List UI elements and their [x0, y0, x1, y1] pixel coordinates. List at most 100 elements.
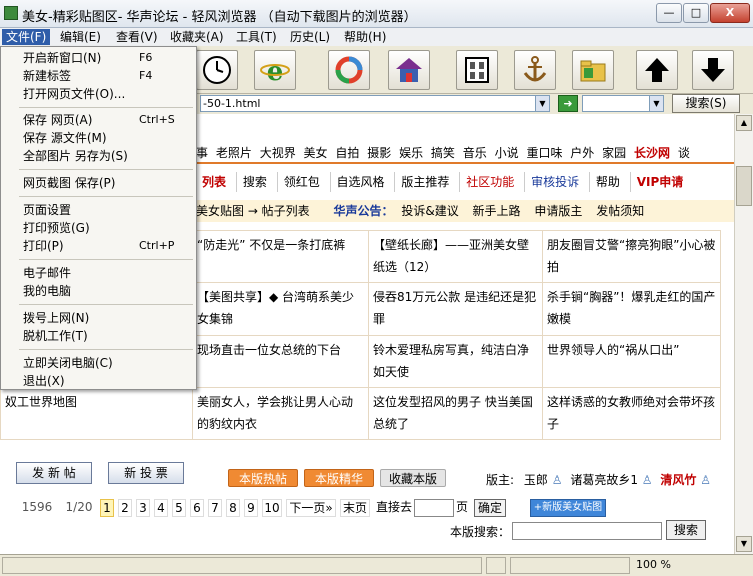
page-link[interactable]: 9	[244, 499, 258, 517]
menu-item-screenshot[interactable]: 网页截图 保存(P)	[1, 174, 196, 192]
notice-link[interactable]: 申请版主	[534, 204, 582, 218]
page-link-current[interactable]: 1	[100, 499, 114, 517]
site-nav-item[interactable]: 重口味	[526, 144, 562, 161]
post-cell[interactable]: “防走光” 不仅是一条打底裤	[192, 229, 369, 284]
menu-item-new-window[interactable]: 开启新窗口(N) F6	[1, 49, 196, 67]
toolbar-clock-button[interactable]	[196, 50, 238, 90]
site-nav-item[interactable]: 长沙网	[634, 144, 670, 161]
menu-item-save-source[interactable]: 保存 源文件(M)	[1, 129, 196, 147]
toolbar-gallery-button[interactable]	[456, 50, 498, 90]
search-engine-dropdown-icon[interactable]: ▼	[649, 96, 663, 111]
hot-posts-button[interactable]: 本版热帖	[228, 469, 298, 487]
post-cell[interactable]: 侵吞81万元公款 是违纪还是犯罪	[368, 282, 543, 336]
site-nav-item[interactable]: 事	[196, 144, 208, 161]
site-nav-item[interactable]: 摄影	[367, 144, 391, 161]
new-vote-button[interactable]: 新 投 票	[108, 462, 184, 484]
scroll-up-icon[interactable]: ▲	[736, 115, 752, 131]
search-engine-select[interactable]: ▼	[582, 95, 664, 112]
next-page-link[interactable]: 下一页»	[286, 499, 336, 517]
page-link[interactable]: 10	[262, 499, 282, 517]
menu-item-open-file[interactable]: 打开网页文件(O)...	[1, 85, 196, 103]
toolbar-up-button[interactable]	[636, 50, 678, 90]
site-nav-item[interactable]: 搞笑	[431, 144, 455, 161]
post-cell[interactable]: 现场直击一位女总统的下台	[192, 334, 369, 388]
site-nav-item[interactable]: 大视界	[260, 144, 296, 161]
search-button[interactable]: 搜索(S)	[672, 94, 740, 113]
site-nav-item[interactable]: 谈	[678, 144, 690, 161]
minimize-button[interactable]: —	[656, 3, 682, 23]
menu-tools[interactable]: 工具(T)	[232, 29, 281, 45]
subnav-features[interactable]: 社区功能	[459, 172, 520, 192]
menu-item-shutdown[interactable]: 立即关闭电脑(C)	[1, 354, 196, 372]
menu-item-print[interactable]: 打印(P) Ctrl+P	[1, 237, 196, 255]
scroll-down-icon[interactable]: ▼	[736, 536, 752, 552]
menu-view[interactable]: 查看(V)	[112, 29, 162, 45]
page-link[interactable]: 6	[190, 499, 204, 517]
zoom-level[interactable]: 100 %	[636, 558, 671, 571]
favorite-forum-button[interactable]: 收藏本版	[380, 469, 446, 487]
subnav-redpacket[interactable]: 领红包	[276, 172, 326, 192]
site-nav-item[interactable]: 音乐	[463, 144, 487, 161]
forum-search-button[interactable]: 搜索	[666, 520, 706, 540]
toolbar-anchor-button[interactable]	[514, 50, 556, 90]
last-page-link[interactable]: 末页	[340, 499, 370, 517]
subnav-recommend[interactable]: 版主推荐	[394, 172, 455, 192]
post-cell[interactable]: 奴工世界地图	[0, 386, 193, 441]
best-posts-button[interactable]: 本版精华	[304, 469, 374, 487]
menu-edit[interactable]: 编辑(E)	[56, 29, 105, 45]
vertical-scrollbar[interactable]: ▲ ▼	[734, 114, 753, 554]
page-link[interactable]: 4	[154, 499, 168, 517]
subnav-complaint[interactable]: 审核投诉	[524, 172, 585, 192]
toolbar-down-button[interactable]	[692, 50, 734, 90]
toolbar-refresh-button[interactable]	[328, 50, 370, 90]
post-cell[interactable]: 【壁纸长廊】——亚洲美女壁纸选（12）	[368, 229, 543, 284]
address-dropdown-icon[interactable]: ▼	[535, 96, 549, 111]
site-nav-item[interactable]: 老照片	[216, 144, 252, 161]
post-cell[interactable]: 这样诱惑的女教师绝对会带坏孩子	[542, 386, 721, 441]
page-link[interactable]: 3	[136, 499, 150, 517]
address-input[interactable]: -50-1.html ▼	[200, 95, 550, 112]
close-button[interactable]: X	[710, 3, 750, 23]
menu-item-save-images[interactable]: 全部图片 另存为(S)	[1, 147, 196, 165]
toolbar-folder-button[interactable]	[572, 50, 614, 90]
post-cell[interactable]: 世界领导人的“祸从口出”	[542, 334, 721, 388]
menu-item-save-page[interactable]: 保存 网页(A) Ctrl+S	[1, 111, 196, 129]
maximize-button[interactable]: □	[683, 3, 709, 23]
site-nav-item[interactable]: 娱乐	[399, 144, 423, 161]
post-cell[interactable]: 美丽女人，学会挑让男人心动的豹纹内衣	[192, 386, 369, 441]
notice-link[interactable]: 发帖须知	[596, 204, 644, 218]
site-nav-item[interactable]: 美女	[304, 144, 328, 161]
menu-item-print-preview[interactable]: 打印预览(G)	[1, 219, 196, 237]
subnav-list[interactable]: 列表	[196, 172, 232, 192]
breadcrumb-path[interactable]: 美女贴图 → 帖子列表	[196, 204, 310, 218]
subnav-vip[interactable]: VIP申请	[629, 172, 690, 192]
notice-link[interactable]: 新手上路	[473, 204, 521, 218]
page-link[interactable]: 8	[226, 499, 240, 517]
subnav-search[interactable]: 搜索	[235, 172, 273, 192]
scroll-thumb[interactable]	[736, 166, 752, 206]
page-link[interactable]: 7	[208, 499, 222, 517]
menu-item-offline[interactable]: 脱机工作(T)	[1, 327, 196, 345]
goto-page-input[interactable]	[414, 499, 454, 517]
new-forum-link[interactable]: +新版美女贴图	[530, 499, 606, 517]
post-cell[interactable]: 这位发型招风的男子 快当美国总统了	[368, 386, 543, 441]
notice-link[interactable]: 投诉&建议	[401, 204, 458, 218]
post-cell[interactable]: 铃木爱理私房写真，纯洁白净如天使	[368, 334, 543, 388]
forum-search-input[interactable]	[512, 522, 662, 540]
go-arrow-icon[interactable]: ➜	[558, 95, 578, 112]
menu-item-page-setup[interactable]: 页面设置	[1, 201, 196, 219]
menu-item-new-tab[interactable]: 新建标签 F4	[1, 67, 196, 85]
site-nav-item[interactable]: 家园	[602, 144, 626, 161]
moderator-name[interactable]: 玉郎	[524, 473, 548, 487]
moderator-name[interactable]: 诸葛亮故乡1	[570, 473, 638, 487]
menu-item-dialup[interactable]: 拨号上网(N)	[1, 309, 196, 327]
site-nav-item[interactable]: 小说	[495, 144, 519, 161]
menu-item-exit[interactable]: 退出(X)	[1, 372, 196, 390]
goto-confirm-button[interactable]: 确定	[474, 499, 506, 517]
post-cell[interactable]: 【美图共享】◆ 台湾萌系美少女集锦	[192, 282, 369, 336]
menu-file[interactable]: 文件(F)	[2, 29, 51, 45]
site-nav-item[interactable]: 自拍	[335, 144, 359, 161]
moderator-name[interactable]: 清风竹	[660, 473, 696, 487]
menu-history[interactable]: 历史(L)	[286, 29, 334, 45]
toolbar-home-button[interactable]	[388, 50, 430, 90]
